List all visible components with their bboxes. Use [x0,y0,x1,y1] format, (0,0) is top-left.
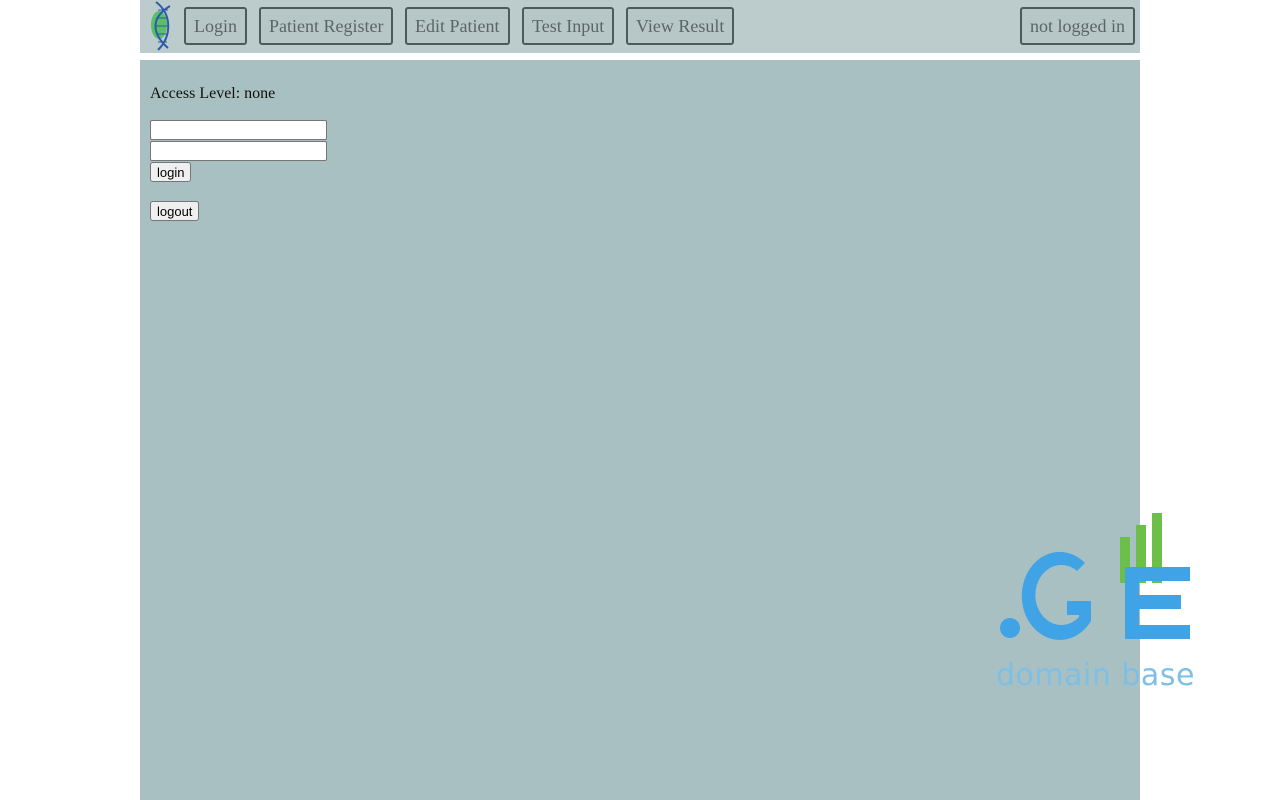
main-panel: Access Level: none login logout [140,60,1140,800]
username-input[interactable] [150,120,327,140]
access-level-text: Access Level: none [150,85,276,102]
password-input[interactable] [150,141,327,161]
dna-helix-icon [146,0,178,52]
login-status-button[interactable]: not logged in [1020,7,1135,45]
nav-edit-patient-button[interactable]: Edit Patient [405,7,510,45]
watermark-tagline: domain base [996,658,1195,693]
nav-patient-register-button[interactable]: Patient Register [259,7,394,45]
nav-view-result-button[interactable]: View Result [626,7,735,45]
login-button[interactable]: login [150,162,192,182]
top-navbar: Login Patient Register Edit Patient Test… [140,0,1140,53]
nav-login-button[interactable]: Login [184,7,247,45]
nav-test-input-button[interactable]: Test Input [522,7,615,45]
page: Login Patient Register Edit Patient Test… [0,0,1280,800]
logout-button[interactable]: logout [150,201,200,221]
